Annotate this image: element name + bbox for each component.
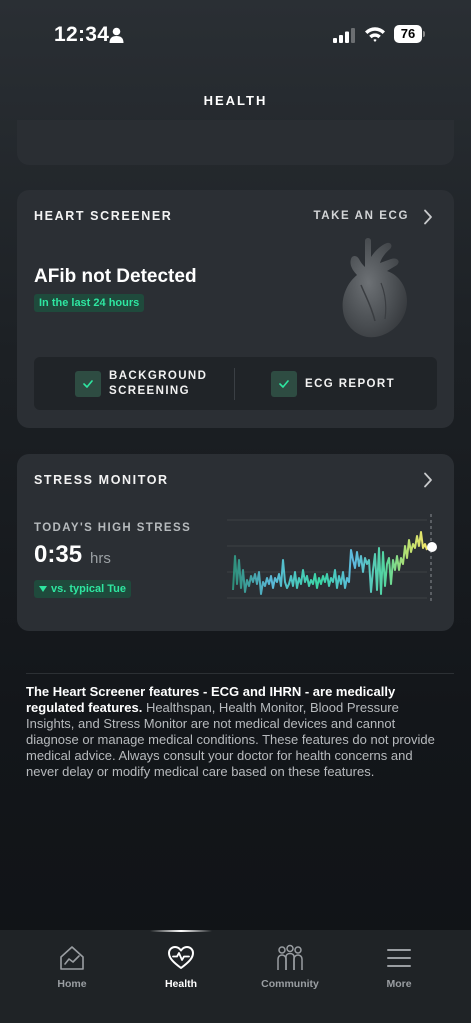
ecg-report-check[interactable]	[271, 371, 297, 397]
afib-result: AFib not Detected	[34, 266, 197, 287]
stress-sparkline-chart	[227, 514, 437, 604]
battery-tip	[423, 31, 425, 37]
tab-community-label: Community	[261, 978, 319, 990]
status-bar: 12:34 76	[0, 0, 471, 70]
stress-comparison-text: vs. typical Tue	[51, 583, 126, 595]
stress-line	[232, 531, 428, 595]
check-icon	[83, 380, 93, 388]
tab-more[interactable]: More	[359, 944, 439, 990]
heart-pulse-icon	[168, 946, 194, 969]
period-badge: In the last 24 hours	[34, 294, 145, 312]
signal-icon	[333, 28, 355, 43]
wifi-icon	[365, 27, 385, 42]
background-screening-line1: BACKGROUND	[109, 370, 208, 382]
anatomical-heart-icon	[342, 238, 407, 338]
community-icon	[277, 944, 303, 970]
heart-screener-title: HEART SCREENER	[34, 209, 173, 223]
tab-home[interactable]: Home	[32, 944, 112, 990]
page-title: HEALTH	[203, 93, 268, 108]
active-tab-indicator	[150, 930, 212, 932]
stress-subtitle: TODAY'S HIGH STRESS	[34, 522, 192, 534]
stress-monitor-card[interactable]: STRESS MONITOR TODAY'S HIGH STRESS 0:35 …	[17, 454, 454, 631]
heart-screener-card[interactable]: HEART SCREENER TAKE AN ECG AFib not Dete…	[17, 190, 454, 428]
status-time: 12:34	[54, 23, 110, 46]
background-screening-line2: SCREENING	[109, 385, 190, 397]
battery-indicator: 76	[394, 25, 425, 43]
background-screening-label[interactable]: BACKGROUND SCREENING	[109, 369, 207, 399]
battery-level: 76	[394, 25, 422, 43]
tab-community[interactable]: Community	[250, 944, 330, 990]
person-icon	[109, 27, 124, 43]
stress-comparison-badge: vs. typical Tue	[34, 580, 131, 598]
triangle-down-icon	[39, 586, 47, 592]
tab-health[interactable]: Health	[141, 944, 221, 990]
ecg-report-label[interactable]: ECG REPORT	[305, 377, 395, 392]
tab-more-label: More	[386, 978, 412, 990]
take-ecg-link[interactable]: TAKE AN ECG	[313, 210, 409, 222]
stress-unit: hrs	[90, 550, 111, 567]
stress-monitor-title: STRESS MONITOR	[34, 473, 169, 487]
tab-home-label: Home	[57, 978, 87, 990]
tab-health-label: Health	[164, 978, 198, 990]
menu-icon	[387, 949, 411, 967]
previous-card[interactable]	[17, 120, 454, 165]
home-icon	[60, 946, 84, 970]
panel-divider	[234, 368, 235, 400]
disclaimer-divider	[26, 673, 454, 674]
chevron-right-icon[interactable]	[423, 472, 433, 488]
medical-disclaimer: The Heart Screener features - ECG and IH…	[26, 684, 446, 780]
background-screening-check[interactable]	[75, 371, 101, 397]
bottom-tab-bar: Home Health Community More	[0, 930, 471, 1023]
chevron-right-icon[interactable]	[423, 209, 433, 225]
screening-panel: BACKGROUND SCREENING ECG REPORT	[34, 357, 437, 410]
check-icon	[279, 380, 289, 388]
stress-value: 0:35	[34, 541, 83, 568]
now-marker-dot	[427, 542, 437, 552]
